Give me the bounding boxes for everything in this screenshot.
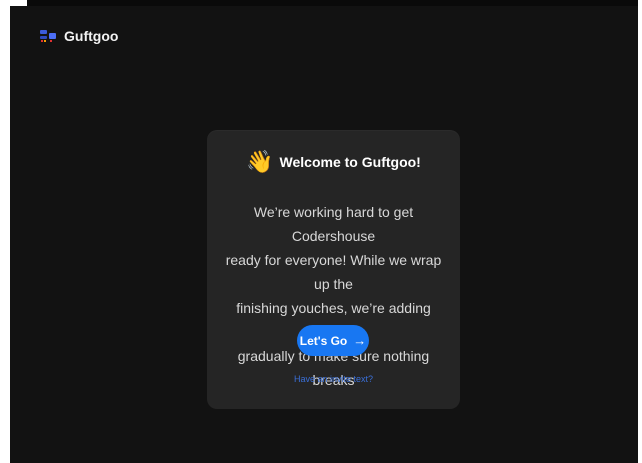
- welcome-message: We’re working hard to get Codershouse re…: [217, 200, 450, 392]
- lets-go-label: Let's Go: [299, 333, 348, 348]
- card-title: Welcome to Guftgoo!: [279, 154, 421, 170]
- welcome-card: 👋 Welcome to Guftgoo! We’re working hard…: [207, 130, 460, 409]
- lets-go-button[interactable]: Let's Go →: [297, 325, 369, 356]
- brand-name: Guftgoo: [64, 28, 119, 44]
- arrow-right-icon: →: [353, 333, 367, 348]
- card-header: 👋 Welcome to Guftgoo!: [207, 151, 460, 173]
- brand[interactable]: Guftgoo: [40, 28, 118, 44]
- invite-link[interactable]: Have an invite text?: [207, 374, 460, 384]
- app-window: Guftgoo 👋 Welcome to Guftgoo! We’re work…: [10, 6, 638, 463]
- welcome-message-line: ready for everyone! While we wrap up the: [225, 252, 442, 292]
- welcome-message-line: We’re working hard to get Codershouse: [253, 204, 414, 244]
- chat-logo-icon: [40, 29, 56, 43]
- waving-hand-icon: 👋: [246, 149, 274, 174]
